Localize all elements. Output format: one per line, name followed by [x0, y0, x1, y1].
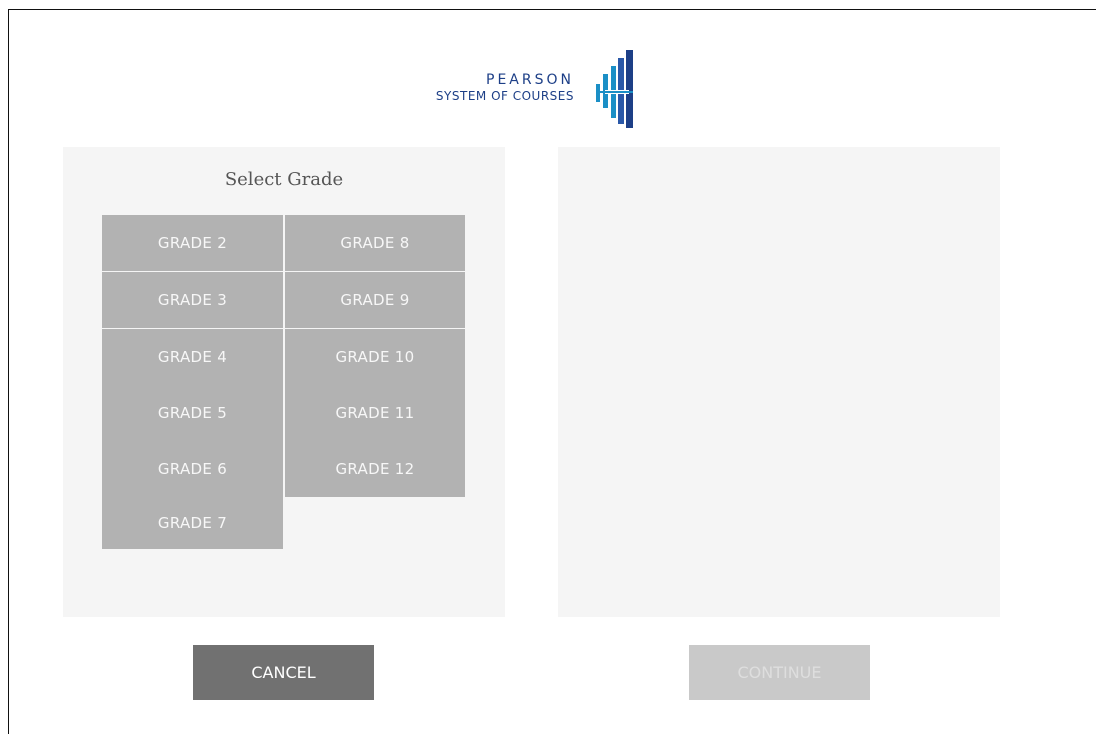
select-grade-title: Select Grade [224, 169, 344, 190]
grade-10-button[interactable]: GRADE 10 [285, 329, 465, 385]
continue-button[interactable]: CONTINUE [689, 645, 870, 700]
grade-2-button[interactable]: GRADE 2 [102, 215, 283, 271]
grade-9-button[interactable]: GRADE 9 [285, 272, 465, 328]
grade-7-button[interactable]: GRADE 7 [102, 497, 283, 549]
cancel-button[interactable]: CANCEL [193, 645, 374, 700]
pearson-logo: PEARSON SYSTEM OF COURSES [410, 46, 650, 132]
grade-8-button[interactable]: GRADE 8 [285, 215, 465, 271]
grade-5-button[interactable]: GRADE 5 [102, 385, 283, 441]
logo-text: PEARSON SYSTEM OF COURSES [436, 72, 574, 104]
pearson-bars-icon [596, 50, 633, 128]
grade-3-button[interactable]: GRADE 3 [102, 272, 283, 328]
grade-6-button[interactable]: GRADE 6 [102, 441, 283, 497]
grade-12-button[interactable]: GRADE 12 [285, 441, 465, 497]
grade-11-button[interactable]: GRADE 11 [285, 385, 465, 441]
logo-brand: PEARSON [486, 72, 574, 88]
grade-4-button[interactable]: GRADE 4 [102, 329, 283, 385]
logo-subtitle: SYSTEM OF COURSES [435, 89, 574, 103]
course-selection-panel [558, 147, 1000, 617]
